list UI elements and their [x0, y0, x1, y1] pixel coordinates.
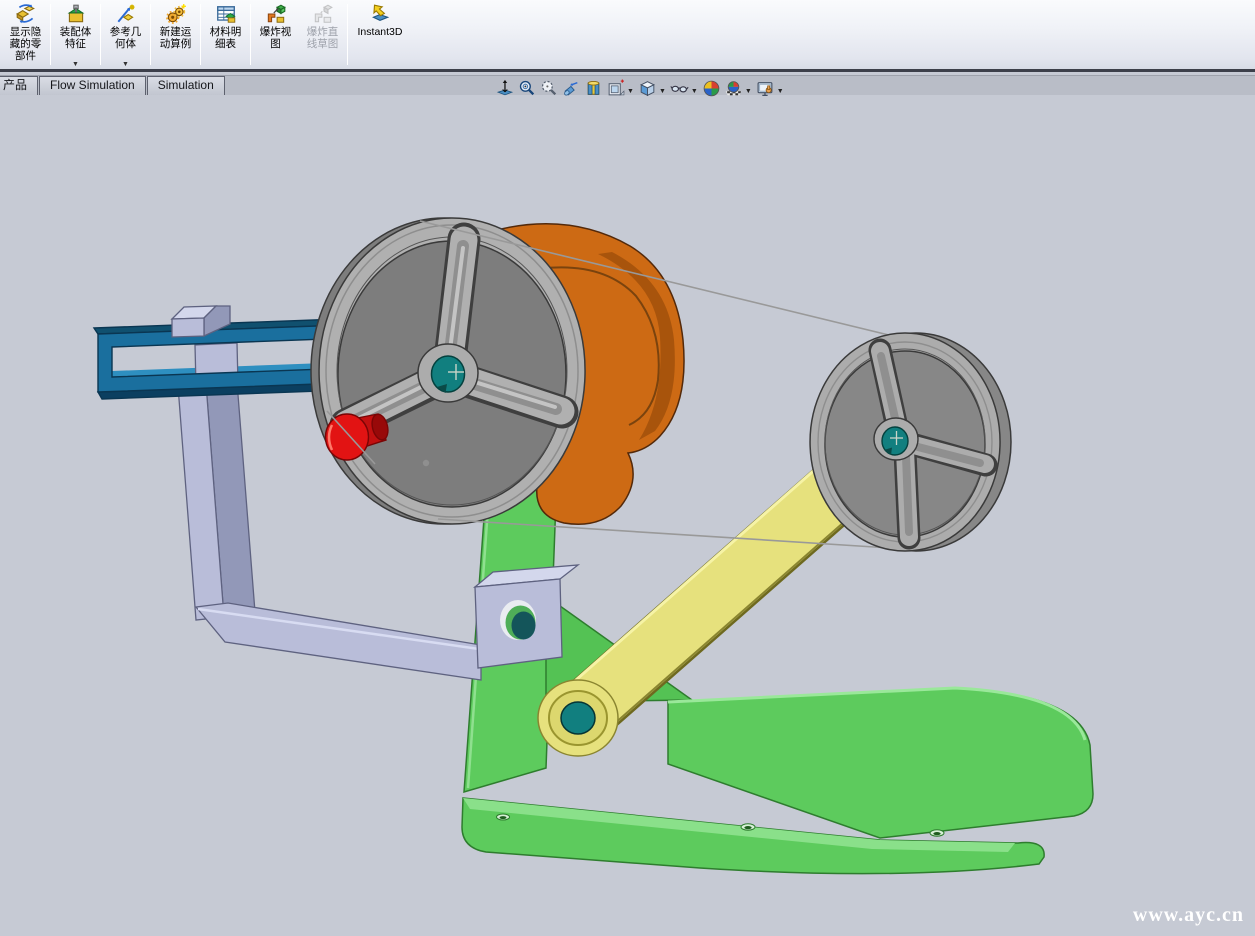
vertex-dot [423, 460, 429, 466]
model-part-small-handwheel[interactable] [810, 333, 1011, 551]
tab-label: Flow Simulation [50, 78, 135, 92]
reference-geometry-icon [115, 3, 137, 25]
new-motion-study-icon [165, 3, 187, 25]
section-view-icon[interactable] [584, 79, 603, 98]
toolbar-divider [250, 4, 251, 65]
normal-to-icon[interactable] [496, 79, 515, 98]
toolbar-divider [347, 4, 348, 65]
command-manager-toolbar: 显示隐藏的零部件 装配体特征 ▼ 参考几何体 ▼ 新建运动算例 材料明细表 [0, 0, 1255, 72]
model-part-large-handwheel[interactable] [311, 218, 585, 524]
toolbar-button-label: 新建运动算例 [156, 26, 196, 50]
view-orientation-icon[interactable] [606, 79, 625, 98]
toolbar-button-label: Instant3D [358, 26, 403, 38]
dropdown-caret-icon[interactable]: ▼ [745, 88, 752, 95]
tab-label: Simulation [158, 78, 214, 92]
dropdown-caret-icon[interactable]: ▼ [691, 88, 698, 95]
edit-appearance-icon[interactable] [702, 79, 721, 98]
assembly-model: www.ayc.cn [0, 95, 1255, 936]
toolbar-button-explode-line-sketch[interactable]: 爆炸直线草图 [299, 0, 346, 69]
bill-of-materials-icon [215, 3, 237, 25]
wheel-hub [432, 356, 465, 392]
toolbar-divider [150, 4, 151, 65]
toolbar-button-new-motion-study[interactable]: 新建运动算例 [152, 0, 199, 69]
heads-up-view-toolbar: ▼ ▼ ▼ ▼ ▼ [496, 78, 785, 99]
graphics-viewport[interactable]: www.ayc.cn [0, 95, 1255, 936]
toolbar-button-label: 显示隐藏的零部件 [6, 26, 46, 62]
tab-simulation[interactable]: Simulation [147, 76, 225, 96]
dropdown-caret-icon[interactable]: ▼ [777, 88, 784, 95]
previous-view-icon[interactable] [562, 79, 581, 98]
hide-show-items-icon[interactable] [670, 79, 689, 98]
display-style-icon[interactable] [638, 79, 657, 98]
dropdown-caret-icon[interactable]: ▼ [627, 88, 634, 95]
tab-product[interactable]: 产品 [0, 76, 38, 96]
toolbar-button-reference-geometry[interactable]: 参考几何体 ▼ [102, 0, 149, 69]
toolbar-button-assembly-features[interactable]: 装配体特征 ▼ [52, 0, 99, 69]
toolbar-button-label: 参考几何体 [106, 26, 146, 50]
explode-line-sketch-icon [312, 3, 334, 25]
show-hidden-components-icon [15, 3, 37, 25]
dropdown-caret-icon[interactable]: ▼ [72, 61, 79, 68]
toolbar-button-label: 装配体特征 [56, 26, 96, 50]
watermark-text: www.ayc.cn [1133, 904, 1244, 926]
toolbar-divider [100, 4, 101, 65]
pivot-pin [561, 702, 595, 734]
apply-scene-icon[interactable] [724, 79, 743, 98]
toolbar-button-label: 材料明细表 [206, 26, 246, 50]
tab-label: 产品 [3, 78, 27, 92]
tab-flow-simulation[interactable]: Flow Simulation [39, 76, 146, 96]
toolbar-divider [200, 4, 201, 65]
instant3d-icon [369, 3, 391, 25]
assembly-features-icon [65, 3, 87, 25]
exploded-view-icon [265, 3, 287, 25]
toolbar-button-show-hidden-components[interactable]: 显示隐藏的零部件 [2, 0, 49, 69]
toolbar-button-instant3d[interactable]: Instant3D [349, 0, 411, 69]
bracket-hole [500, 600, 536, 640]
toolbar-button-exploded-view[interactable]: 爆炸视图 [252, 0, 299, 69]
dropdown-caret-icon[interactable]: ▼ [122, 61, 129, 68]
dropdown-caret-icon[interactable]: ▼ [659, 88, 666, 95]
zoom-to-fit-icon[interactable] [518, 79, 537, 98]
toolbar-button-label: 爆炸视图 [256, 26, 296, 50]
view-settings-icon[interactable] [756, 79, 775, 98]
toolbar-button-label: 爆炸直线草图 [303, 26, 343, 50]
toolbar-button-bill-of-materials[interactable]: 材料明细表 [202, 0, 249, 69]
toolbar-divider [50, 4, 51, 65]
zoom-to-area-icon[interactable] [540, 79, 559, 98]
